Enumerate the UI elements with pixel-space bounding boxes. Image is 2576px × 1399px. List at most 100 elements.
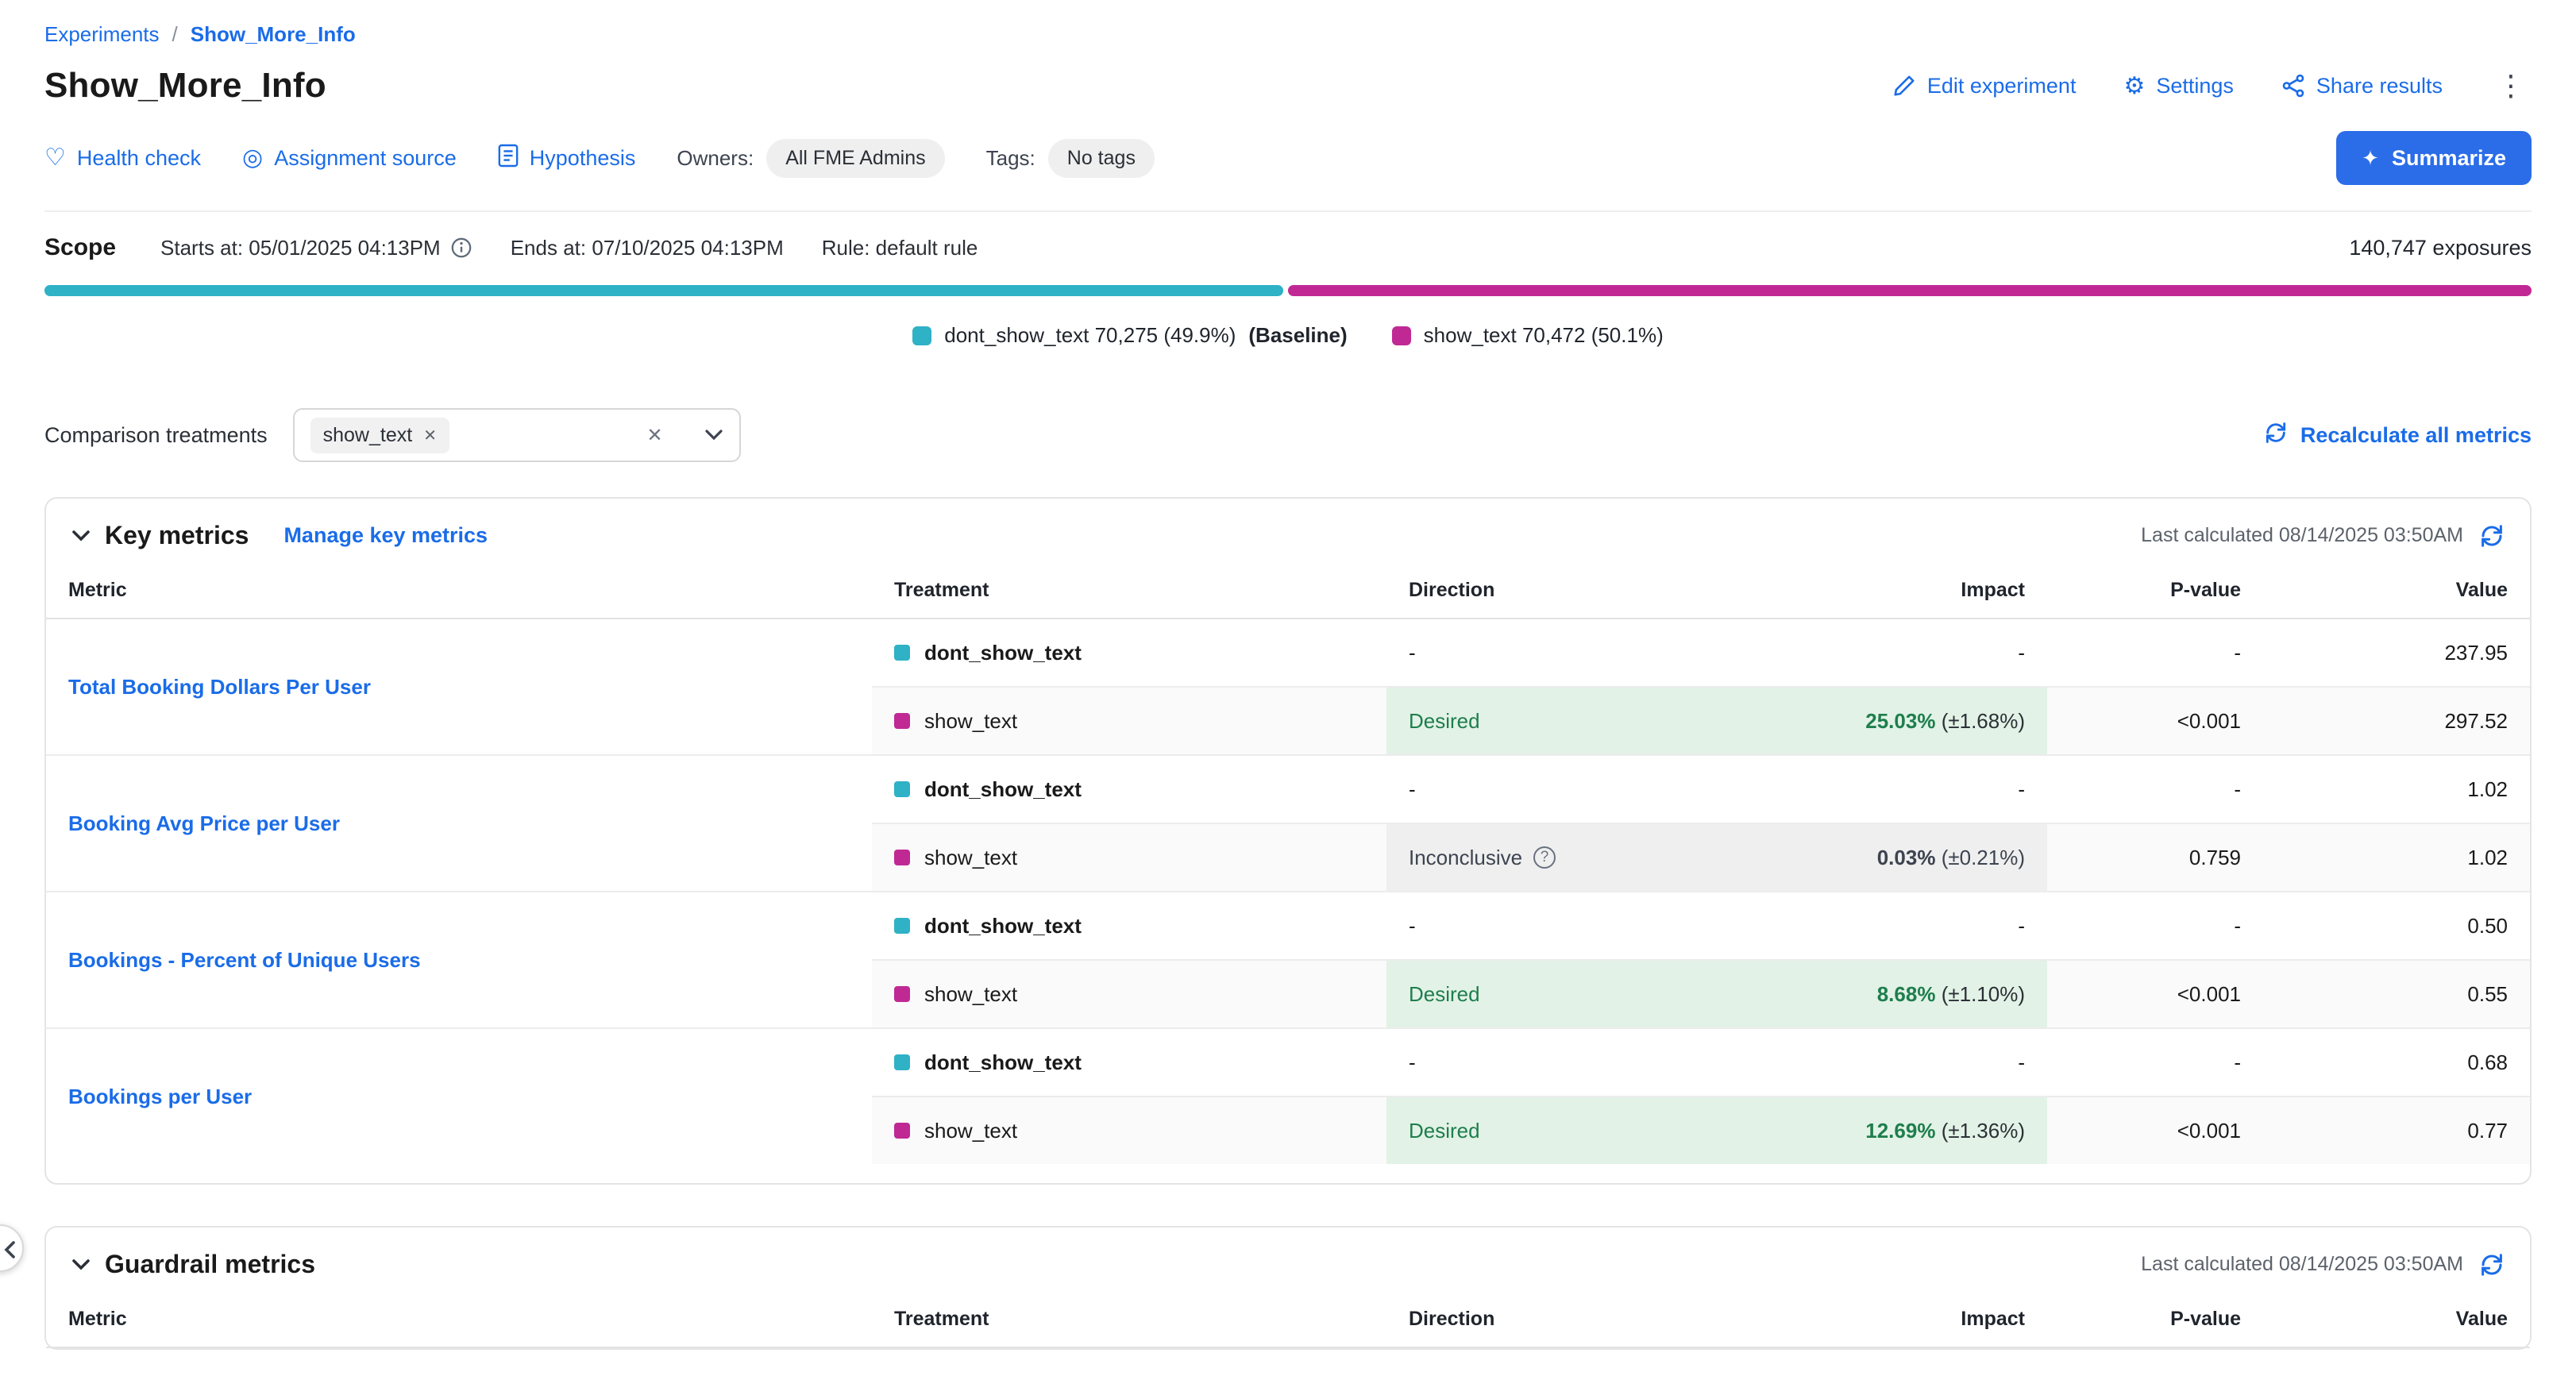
direction-cell: Desired: [1386, 687, 1793, 755]
chevron-down-icon[interactable]: [688, 429, 723, 441]
hypothesis-button[interactable]: Hypothesis: [498, 144, 636, 173]
treatment-swatch: [894, 850, 910, 865]
treatment-swatch: [894, 1123, 910, 1139]
scope-label: Scope: [44, 234, 116, 261]
summarize-button[interactable]: ✦ Summarize: [2336, 131, 2532, 185]
metric-link[interactable]: Bookings - Percent of Unique Users: [68, 948, 421, 972]
breadcrumb-separator: /: [172, 22, 178, 47]
scope-rule: Rule: default rule: [822, 236, 978, 260]
tags-label: Tags:: [986, 146, 1035, 171]
document-icon: [498, 144, 519, 173]
collapse-chevron-icon[interactable]: [71, 1258, 91, 1271]
pvalue-cell: <0.001: [2047, 1096, 2263, 1164]
breadcrumb-experiments-link[interactable]: Experiments: [44, 22, 160, 47]
value-cell: 0.68: [2263, 1028, 2530, 1096]
col-metric: Metric: [46, 1298, 872, 1347]
value-cell: 0.77: [2263, 1096, 2530, 1164]
pvalue-cell: -: [2047, 619, 2263, 687]
treatment-swatch: [894, 713, 910, 729]
health-check-button[interactable]: ♡ Health check: [44, 146, 201, 171]
col-direction: Direction: [1386, 569, 1793, 619]
col-impact: Impact: [1793, 1298, 2047, 1347]
select-clear-icon[interactable]: ✕: [647, 424, 663, 447]
help-icon[interactable]: ?: [1533, 846, 1556, 869]
treatment-chip[interactable]: show_text ✕: [310, 418, 449, 453]
metric-link[interactable]: Booking Avg Price per User: [68, 811, 340, 835]
key-metrics-header: Key metrics Manage key metrics Last calc…: [46, 499, 2530, 569]
key-metrics-title: Key metrics: [105, 521, 249, 550]
legend-item-baseline: dont_show_text 70,275 (49.9%) (Baseline): [912, 323, 1347, 348]
metric-link[interactable]: Bookings per User: [68, 1085, 252, 1108]
treatment-name: dont_show_text: [924, 641, 1082, 665]
tags-chip[interactable]: No tags: [1048, 139, 1155, 178]
direction-cell: -: [1386, 892, 1793, 960]
baseline-swatch: [894, 918, 910, 934]
impact-cell: 25.03% (±1.68%): [1793, 687, 2047, 755]
assignment-source-button[interactable]: ◎ Assignment source: [242, 146, 457, 171]
page: Experiments / Show_More_Info Show_More_I…: [0, 0, 2576, 1350]
treatment-name: dont_show_text: [924, 777, 1082, 802]
scope-ends: Ends at: 07/10/2025 04:13PM: [511, 236, 784, 260]
direction-cell: Desired: [1386, 1096, 1793, 1164]
chevron-left-icon: [3, 1240, 16, 1259]
gear-icon: ⚙: [2123, 72, 2145, 100]
manage-key-metrics-link[interactable]: Manage key metrics: [283, 523, 488, 548]
refresh-icon[interactable]: [2479, 523, 2505, 549]
table-row: Bookings per User dont_show_text - - - 0…: [46, 1028, 2530, 1096]
comparison-treatments-select[interactable]: show_text ✕ ✕: [293, 408, 741, 462]
baseline-swatch: [894, 781, 910, 797]
owners-chip[interactable]: All FME Admins: [766, 139, 944, 178]
treatment-swatch: [894, 986, 910, 1002]
direction-cell: -: [1386, 619, 1793, 687]
table-header-row: Metric Treatment Direction Impact P-valu…: [46, 569, 2530, 619]
treatment-name: dont_show_text: [924, 914, 1082, 938]
key-metrics-card: Key metrics Manage key metrics Last calc…: [44, 497, 2532, 1185]
guardrail-metrics-header: Guardrail metrics Last calculated 08/14/…: [46, 1227, 2530, 1298]
more-options-button[interactable]: ⋮: [2490, 68, 2532, 103]
col-pvalue: P-value: [2047, 1298, 2263, 1347]
refresh-icon[interactable]: [2479, 1252, 2505, 1278]
pvalue-cell: <0.001: [2047, 960, 2263, 1028]
col-direction: Direction: [1386, 1298, 1793, 1347]
impact-cell: 8.68% (±1.10%): [1793, 960, 2047, 1028]
table-row: Total Booking Dollars Per User dont_show…: [46, 619, 2530, 687]
sparkle-icon: ✦: [2362, 146, 2379, 171]
pvalue-cell: -: [2047, 892, 2263, 960]
settings-button[interactable]: ⚙ Settings: [2123, 72, 2233, 100]
value-cell: 237.95: [2263, 619, 2530, 687]
pencil-icon: [1892, 74, 1916, 98]
breadcrumb: Experiments / Show_More_Info: [44, 22, 2532, 47]
toolbar-links: ♡ Health check ◎ Assignment source Hypot…: [44, 139, 1155, 178]
recalculate-all-metrics-button[interactable]: Recalculate all metrics: [2264, 421, 2532, 450]
treatment-name: show_text: [924, 846, 1017, 870]
edit-experiment-button[interactable]: Edit experiment: [1892, 74, 2077, 98]
pvalue-cell: -: [2047, 1028, 2263, 1096]
info-icon[interactable]: [450, 237, 472, 259]
value-cell: 0.55: [2263, 960, 2530, 1028]
share-results-button[interactable]: Share results: [2281, 74, 2443, 98]
chip-remove-icon[interactable]: ✕: [423, 426, 437, 445]
pvalue-cell: 0.759: [2047, 823, 2263, 892]
impact-cell: -: [1793, 1028, 2047, 1096]
value-cell: 1.02: [2263, 823, 2530, 892]
page-title: Show_More_Info: [44, 66, 326, 106]
treatment-name: show_text: [924, 982, 1017, 1007]
last-calculated-text: Last calculated 08/14/2025 03:50AM: [2141, 524, 2463, 547]
treatment-bar-segment: [1288, 285, 2532, 296]
metric-link[interactable]: Total Booking Dollars Per User: [68, 675, 371, 699]
refresh-icon: [2264, 421, 2288, 450]
pvalue-cell: <0.001: [2047, 687, 2263, 755]
treatment-name: dont_show_text: [924, 1050, 1082, 1075]
legend-item-treatment: show_text 70,472 (50.1%): [1392, 323, 1664, 348]
breadcrumb-current-link[interactable]: Show_More_Info: [191, 22, 356, 47]
baseline-swatch: [894, 1054, 910, 1070]
direction-cell: Inconclusive?: [1386, 823, 1793, 892]
impact-cell: 0.03% (±0.21%): [1793, 823, 2047, 892]
guardrail-metrics-table: Metric Treatment Direction Impact P-valu…: [46, 1298, 2530, 1348]
baseline-bar-segment: [44, 285, 1283, 296]
guardrail-metrics-title: Guardrail metrics: [105, 1250, 315, 1279]
scope-starts: Starts at: 05/01/2025 04:13PM: [160, 236, 472, 260]
owners-meta: Owners: All FME Admins: [677, 139, 944, 178]
impact-cell: -: [1793, 755, 2047, 823]
collapse-chevron-icon[interactable]: [71, 530, 91, 542]
